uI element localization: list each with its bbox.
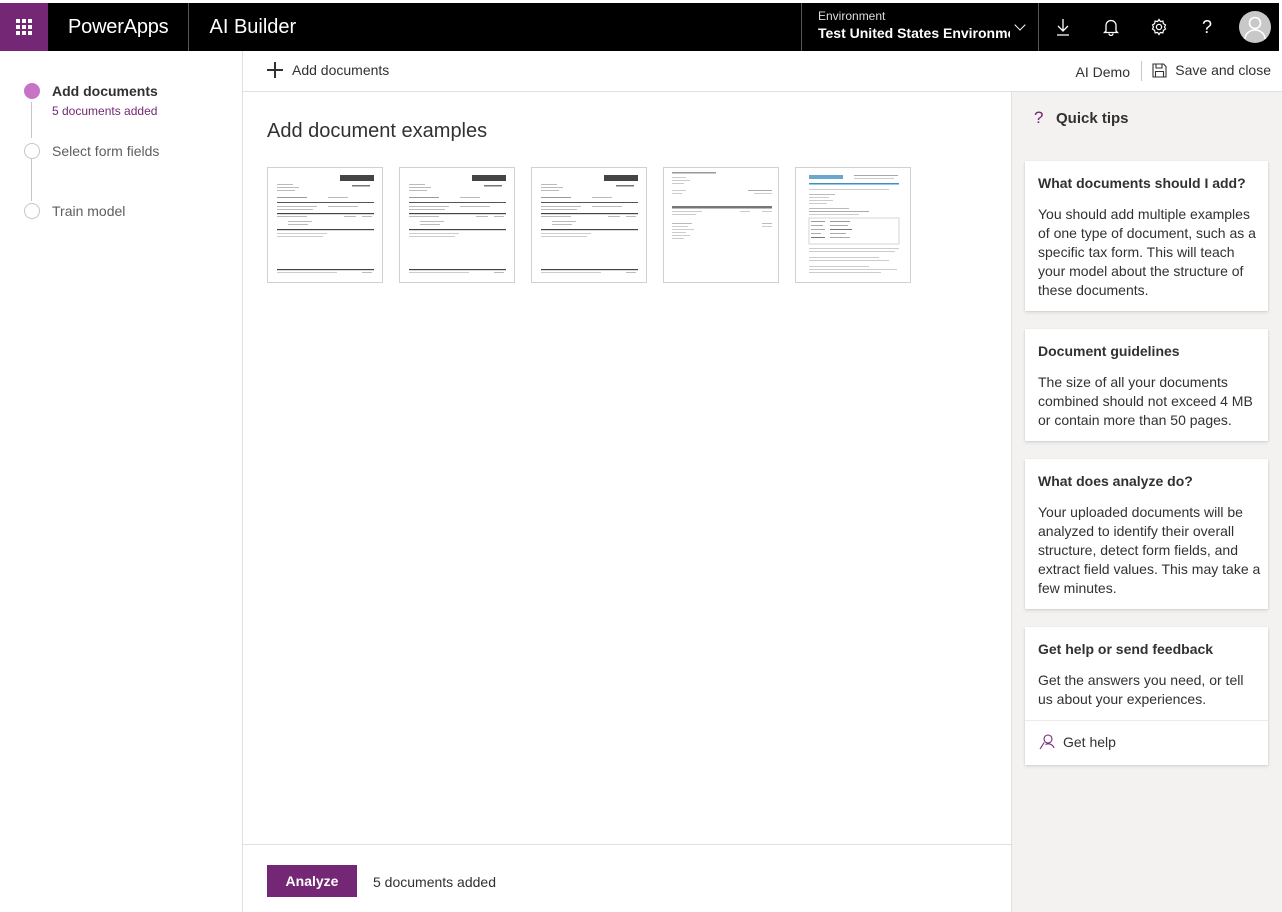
- save-and-close-label: Save and close: [1175, 62, 1271, 78]
- get-help-link[interactable]: Get help: [1038, 733, 1116, 750]
- tip-card: Get help or send feedback Get the answer…: [1025, 627, 1268, 765]
- document-thumbnails: [267, 167, 927, 283]
- tip-card-body: Your uploaded documents will be analyzed…: [1038, 504, 1261, 596]
- document-preview-image: [541, 175, 638, 273]
- top-bar: PowerApps AI Builder Environment Test Un…: [0, 0, 1282, 51]
- document-preview-image: [277, 175, 374, 273]
- step-connector: [31, 159, 32, 201]
- save-and-close-button[interactable]: Save and close: [1152, 62, 1271, 78]
- help-button[interactable]: ?: [1183, 3, 1231, 51]
- account-button[interactable]: [1231, 3, 1279, 51]
- notifications-button[interactable]: [1087, 3, 1135, 51]
- document-thumbnail[interactable]: [663, 167, 779, 283]
- document-preview-image: [409, 175, 506, 273]
- add-documents-label: Add documents: [292, 62, 390, 78]
- wizard-steps-panel: Add documents 5 documents added Select f…: [0, 51, 243, 912]
- tip-card-body: The size of all your documents combined …: [1038, 374, 1253, 428]
- download-button[interactable]: [1039, 3, 1087, 51]
- environment-value: Test United States Environme…: [818, 25, 1010, 41]
- person-icon: [1244, 16, 1266, 40]
- waffle-icon: [16, 19, 32, 35]
- avatar: [1239, 11, 1271, 43]
- step-title: Train model: [52, 203, 126, 219]
- step-subtitle: 5 documents added: [52, 104, 158, 118]
- main-content: Add document examples: [243, 92, 1011, 844]
- command-bar: Add documents AI Demo Save and close: [243, 51, 1282, 92]
- tip-card: What does analyze do? Your uploaded docu…: [1025, 459, 1268, 609]
- documents-count: 5 documents added: [373, 874, 496, 890]
- brand-title[interactable]: PowerApps: [48, 3, 190, 51]
- tip-card: What documents should I add? You should …: [1025, 161, 1268, 311]
- model-name: AI Demo: [1075, 64, 1130, 80]
- quick-tips-panel: ? Quick tips What documents should I add…: [1011, 92, 1282, 912]
- document-preview-image: [672, 172, 772, 239]
- app-title: AI Builder: [209, 15, 297, 38]
- bell-icon: [1103, 19, 1119, 36]
- app-launcher-button[interactable]: [0, 3, 48, 51]
- environment-label: Environment: [818, 9, 886, 23]
- add-documents-button[interactable]: Add documents: [267, 62, 389, 78]
- document-preview-image: [808, 175, 900, 273]
- settings-button[interactable]: [1135, 3, 1183, 51]
- quick-tips-title: Quick tips: [1056, 109, 1129, 127]
- tip-card-body: You should add multiple examples of one …: [1038, 206, 1256, 298]
- tip-card-title: Get help or send feedback: [1038, 641, 1214, 657]
- environment-picker[interactable]: Environment Test United States Environme…: [801, 3, 1039, 51]
- document-thumbnail[interactable]: [267, 167, 383, 283]
- question-icon: ?: [1034, 108, 1044, 127]
- step-indicator: [24, 203, 40, 219]
- quick-tips-header: ? Quick tips: [1026, 108, 1129, 128]
- tip-card-title: What does analyze do?: [1038, 473, 1193, 489]
- document-thumbnail[interactable]: [531, 167, 647, 283]
- document-thumbnail[interactable]: [399, 167, 515, 283]
- card-divider: [1025, 720, 1268, 721]
- download-icon: [1057, 19, 1069, 36]
- step-indicator: [24, 143, 40, 159]
- plus-icon: [267, 62, 283, 78]
- analyze-button[interactable]: Analyze: [267, 865, 357, 897]
- tip-card-title: What documents should I add?: [1038, 175, 1246, 191]
- tip-card-body: Get the answers you need, or tell us abo…: [1038, 672, 1244, 707]
- page-title: Add document examples: [267, 120, 488, 142]
- step-title: Add documents: [52, 83, 158, 99]
- step-title: Select form fields: [52, 143, 160, 159]
- question-icon: ?: [1201, 16, 1212, 37]
- step-indicator-active: [24, 83, 40, 99]
- step-connector: [31, 102, 32, 138]
- footer-bar: Analyze 5 documents added: [243, 844, 1011, 912]
- tip-card-title: Document guidelines: [1038, 343, 1180, 359]
- feedback-icon: [1038, 733, 1055, 750]
- document-thumbnail[interactable]: [795, 167, 911, 283]
- tip-card: Document guidelines The size of all your…: [1025, 329, 1268, 441]
- save-icon: [1152, 62, 1167, 78]
- gear-icon: [1151, 18, 1167, 36]
- command-separator: [1141, 61, 1142, 81]
- get-help-label: Get help: [1063, 733, 1116, 750]
